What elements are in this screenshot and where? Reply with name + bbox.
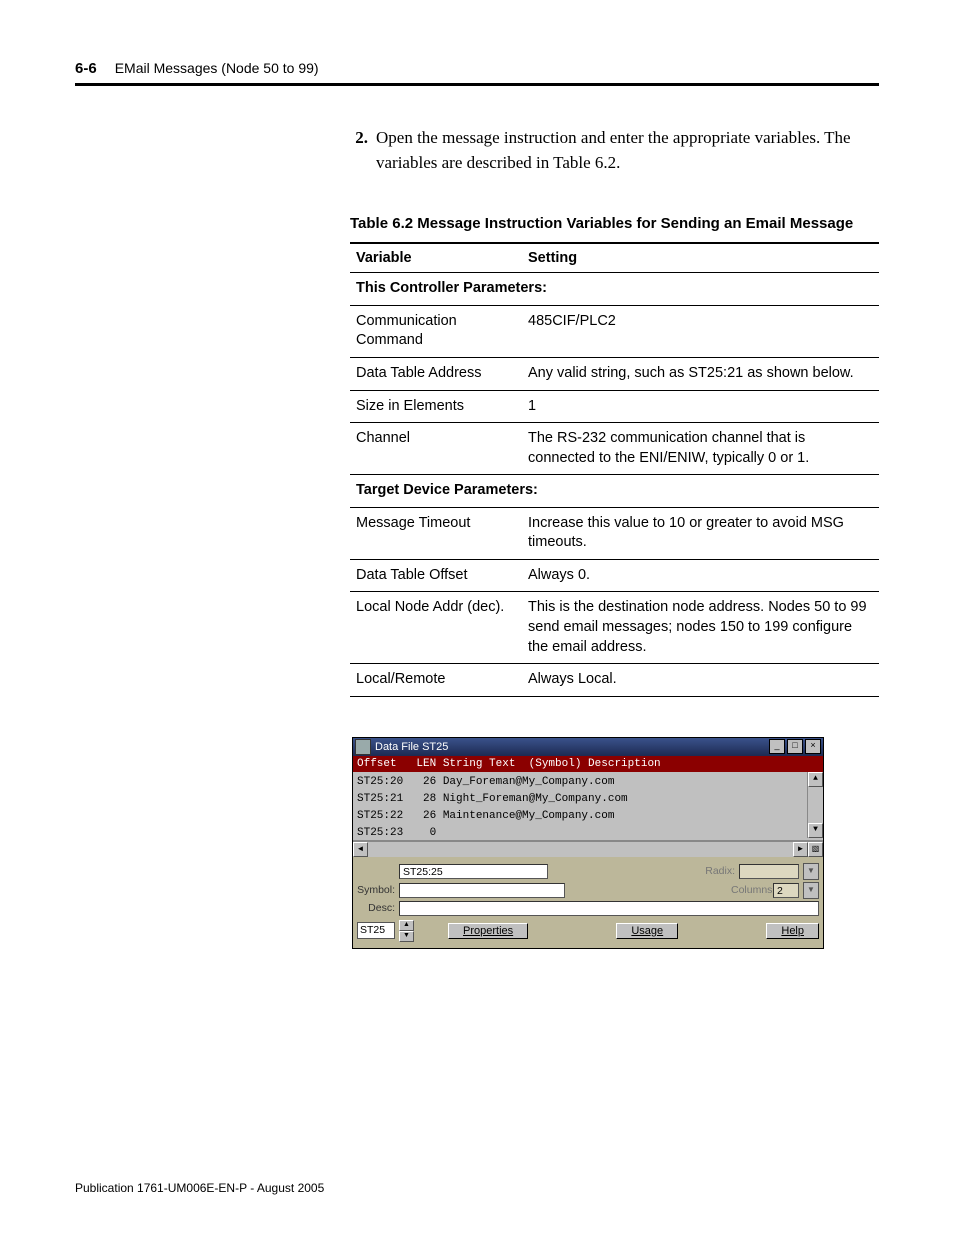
step-2: 2. Open the message instruction and ente… xyxy=(350,126,879,175)
file-down-icon[interactable]: ▼ xyxy=(399,931,414,942)
close-button[interactable]: × xyxy=(805,739,821,754)
page-header-title: EMail Messages (Node 50 to 99) xyxy=(115,60,319,76)
data-grid[interactable]: ST25:20 26 Day_Foreman@My_Company.com ST… xyxy=(353,772,823,841)
window-title: Data File ST25 xyxy=(375,741,769,753)
titlebar[interactable]: Data File ST25 _ □ × xyxy=(353,738,823,756)
columns-field[interactable]: 2 xyxy=(773,883,799,898)
chevron-down-icon[interactable]: ▼ xyxy=(803,863,819,880)
publication-footer: Publication 1761-UM006E-EN-P - August 20… xyxy=(75,1181,324,1195)
table-row: Communication Command485CIF/PLC2 xyxy=(350,305,879,357)
file-up-icon[interactable]: ▲ xyxy=(399,920,414,931)
variables-table: Variable Setting This Controller Paramet… xyxy=(350,242,879,696)
maximize-button[interactable]: □ xyxy=(787,739,803,754)
columns-label: Columns: xyxy=(731,884,769,896)
file-field[interactable]: ST25 xyxy=(357,922,395,939)
symbol-label: Symbol: xyxy=(357,884,395,896)
table-row: ChannelThe RS-232 communication channel … xyxy=(350,423,879,475)
app-icon xyxy=(355,739,371,755)
th-variable: Variable xyxy=(350,243,522,273)
vertical-scrollbar[interactable]: ▲ ▼ xyxy=(807,772,823,838)
list-item[interactable]: ST25:20 26 Day_Foreman@My_Company.com xyxy=(357,774,823,791)
table-row: Local Node Addr (dec).This is the destin… xyxy=(350,592,879,664)
table-row: Data Table OffsetAlways 0. xyxy=(350,559,879,592)
step-text: Open the message instruction and enter t… xyxy=(376,126,879,175)
data-file-window: Data File ST25 _ □ × Offset LEN String T… xyxy=(352,737,824,949)
section-controller: This Controller Parameters: xyxy=(350,273,879,306)
radix-select[interactable] xyxy=(739,864,799,879)
section-target: Target Device Parameters: xyxy=(350,475,879,508)
chevron-down-icon[interactable]: ▼ xyxy=(803,882,819,899)
address-field[interactable]: ST25:25 xyxy=(399,864,548,879)
header-rule xyxy=(75,83,879,86)
th-setting: Setting xyxy=(522,243,879,273)
help-button[interactable]: Help xyxy=(766,923,819,939)
desc-label: Desc: xyxy=(357,902,395,914)
desc-field[interactable] xyxy=(399,901,819,916)
symbol-field[interactable] xyxy=(399,883,565,898)
scroll-up-icon[interactable]: ▲ xyxy=(808,772,823,787)
properties-button[interactable]: Properties xyxy=(448,923,528,939)
scroll-left-icon[interactable]: ◄ xyxy=(353,842,368,857)
minimize-button[interactable]: _ xyxy=(769,739,785,754)
table-row: Size in Elements1 xyxy=(350,390,879,423)
column-headers: Offset LEN String Text (Symbol) Descript… xyxy=(353,756,823,772)
table-caption: Table 6.2 Message Instruction Variables … xyxy=(350,215,879,232)
list-item[interactable]: ST25:23 0 xyxy=(357,825,823,841)
resize-grip-icon[interactable]: ▧ xyxy=(808,842,823,857)
table-row: Data Table AddressAny valid string, such… xyxy=(350,357,879,390)
table-row: Message TimeoutIncrease this value to 10… xyxy=(350,507,879,559)
scroll-right-icon[interactable]: ► xyxy=(793,842,808,857)
horizontal-scrollbar[interactable]: ◄ ► ▧ xyxy=(353,841,823,857)
list-item[interactable]: ST25:22 26 Maintenance@My_Company.com xyxy=(357,808,823,825)
list-item[interactable]: ST25:21 28 Night_Foreman@My_Company.com xyxy=(357,791,823,808)
radix-label: Radix: xyxy=(697,865,735,877)
usage-button[interactable]: Usage xyxy=(616,923,678,939)
page-number: 6-6 xyxy=(75,60,97,77)
step-number: 2. xyxy=(350,126,368,175)
table-row: Local/RemoteAlways Local. xyxy=(350,664,879,697)
scroll-down-icon[interactable]: ▼ xyxy=(808,823,823,838)
